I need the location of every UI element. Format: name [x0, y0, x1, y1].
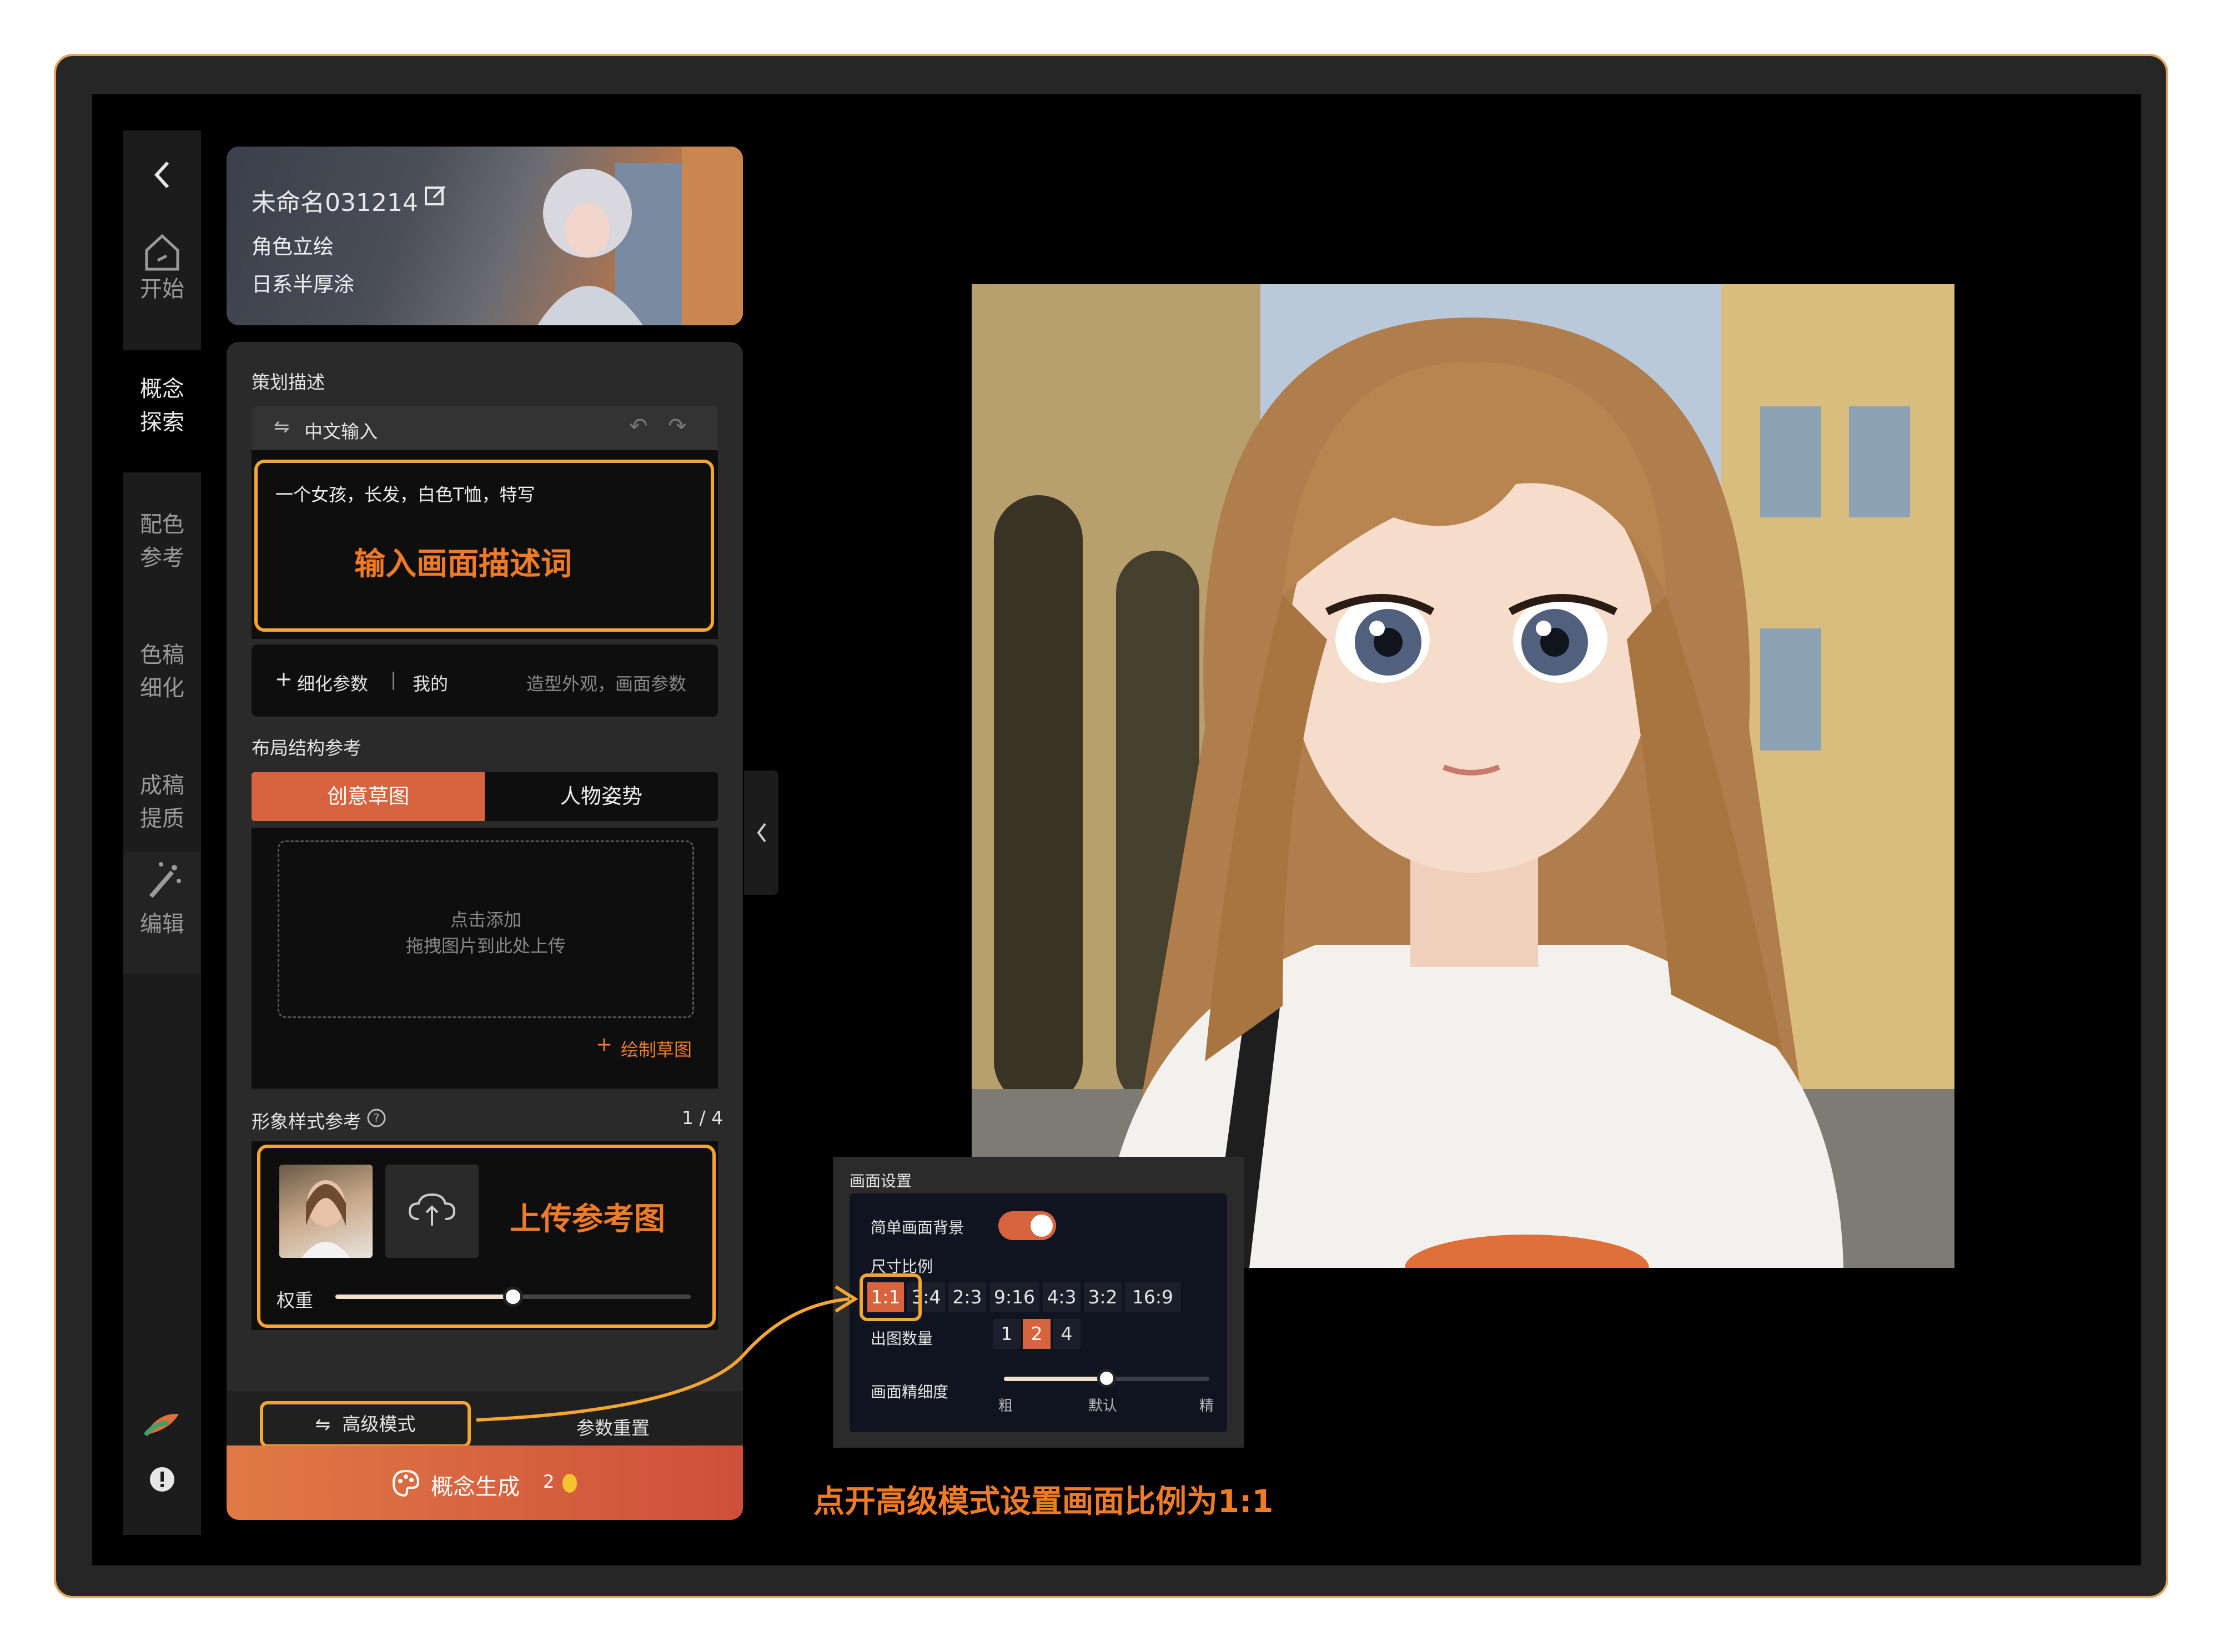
annotation-arrow [476, 1285, 858, 1422]
bottom-annotation: 点开高级模式设置画面比例为1:1 [813, 1484, 1274, 1520]
